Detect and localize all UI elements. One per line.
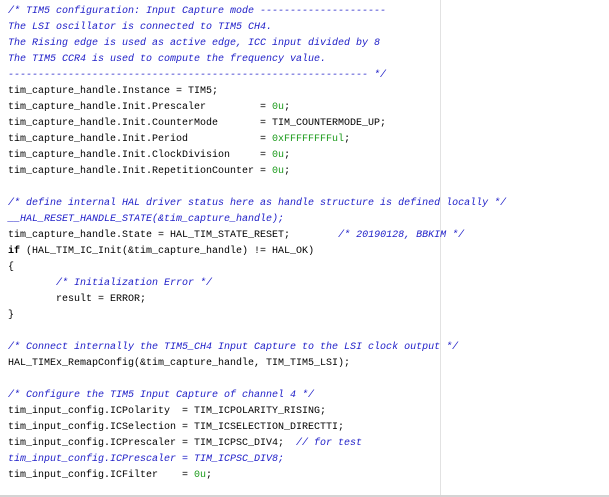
code-token-comment: /* Configure the TIM5 Input Capture of c… xyxy=(8,390,315,401)
code-token-disabled: tim_input_config.ICPrescaler = TIM_ICPSC… xyxy=(8,454,285,465)
code-token-comment: The Rising edge is used as active edge, … xyxy=(8,38,381,49)
code-line[interactable]: tim_capture_handle.Init.Prescaler = 0u; xyxy=(8,100,506,116)
code-line[interactable]: tim_input_config.ICPrescaler = TIM_ICPSC… xyxy=(8,436,506,452)
code-token-comment: /* define internal HAL driver status her… xyxy=(8,198,507,209)
code-token-comment: /* TIM5 configuration: Input Capture mod… xyxy=(8,6,387,17)
code-token-plain: result = ERROR; xyxy=(8,294,147,305)
code-token-plain: (HAL_TIM_IC_Init(&tim_capture_handle) !=… xyxy=(20,246,315,257)
code-token-plain: tim_input_config.ICPolarity = TIM_ICPOLA… xyxy=(8,406,327,417)
code-token-plain: tim_capture_handle.Init.Period = xyxy=(8,134,273,145)
code-token-comment: /* Initialization Error */ xyxy=(56,278,213,289)
code-token-number: 0u xyxy=(272,150,285,161)
code-line[interactable]: tim_capture_handle.Init.CounterMode = TI… xyxy=(8,116,506,132)
code-token-comment: // for test xyxy=(296,438,363,449)
code-token-plain: tim_capture_handle.Init.ClockDivision = xyxy=(8,150,273,161)
code-token-plain: tim_capture_handle.Instance = TIM5; xyxy=(8,86,219,97)
code-token-number: 0u xyxy=(194,470,207,481)
code-line[interactable]: The Rising edge is used as active edge, … xyxy=(8,36,506,52)
code-line[interactable]: The TIM5 CCR4 is used to compute the fre… xyxy=(8,52,506,68)
code-area[interactable]: /* TIM5 configuration: Input Capture mod… xyxy=(8,4,506,484)
code-line[interactable]: /* Configure the TIM5 Input Capture of c… xyxy=(8,388,506,404)
code-line[interactable]: { xyxy=(8,260,506,276)
code-token-plain: ; xyxy=(284,150,291,161)
code-token-keyword: if xyxy=(8,246,21,257)
code-token-comment: The LSI oscillator is connected to TIM5 … xyxy=(8,22,273,33)
code-line[interactable]: } xyxy=(8,308,506,324)
code-line[interactable]: /* Connect internally the TIM5_CH4 Input… xyxy=(8,340,506,356)
code-token-plain: tim_input_config.ICFilter = xyxy=(8,470,195,481)
code-line[interactable]: tim_capture_handle.Init.ClockDivision = … xyxy=(8,148,506,164)
code-token-plain: { xyxy=(8,262,15,273)
code-line[interactable]: __HAL_RESET_HANDLE_STATE(&tim_capture_ha… xyxy=(8,212,506,228)
code-line[interactable]: tim_capture_handle.Init.RepetitionCounte… xyxy=(8,164,506,180)
code-token-plain: HAL_TIMEx_RemapConfig(&tim_capture_handl… xyxy=(8,358,351,369)
code-token-comment: __HAL_RESET_HANDLE_STATE(&tim_capture_ha… xyxy=(8,214,285,225)
code-token-comment: ----------------------------------------… xyxy=(8,70,387,81)
code-token-number: 0xFFFFFFFFul xyxy=(272,134,345,145)
code-token-plain: tim_input_config.ICPrescaler = TIM_ICPSC… xyxy=(8,438,297,449)
code-line[interactable]: if (HAL_TIM_IC_Init(&tim_capture_handle)… xyxy=(8,244,506,260)
code-token-plain: ; xyxy=(206,470,213,481)
code-line[interactable]: /* TIM5 configuration: Input Capture mod… xyxy=(8,4,506,20)
code-token-plain: tim_capture_handle.Init.CounterMode = TI… xyxy=(8,118,387,129)
code-token-plain: ; xyxy=(284,166,291,177)
code-line[interactable]: result = ERROR; xyxy=(8,292,506,308)
code-line[interactable]: tim_capture_handle.Init.Period = 0xFFFFF… xyxy=(8,132,506,148)
code-line[interactable]: /* Initialization Error */ xyxy=(8,276,506,292)
code-token-comment: /* 20190128, BBKIM */ xyxy=(338,230,465,241)
code-token-plain: tim_capture_handle.State = HAL_TIM_STATE… xyxy=(8,230,339,241)
code-token-comment: The TIM5 CCR4 is used to compute the fre… xyxy=(8,54,327,65)
code-line[interactable]: tim_capture_handle.Instance = TIM5; xyxy=(8,84,506,100)
code-token-plain: tim_capture_handle.Init.RepetitionCounte… xyxy=(8,166,273,177)
code-token-plain: tim_input_config.ICSelection = TIM_ICSEL… xyxy=(8,422,345,433)
code-token-plain: } xyxy=(8,310,15,321)
code-line[interactable]: tim_input_config.ICSelection = TIM_ICSEL… xyxy=(8,420,506,436)
code-line[interactable]: HAL_TIMEx_RemapConfig(&tim_capture_handl… xyxy=(8,356,506,372)
code-editor[interactable]: /* TIM5 configuration: Input Capture mod… xyxy=(0,0,609,497)
code-line[interactable] xyxy=(8,180,506,196)
code-line[interactable]: tim_input_config.ICPrescaler = TIM_ICPSC… xyxy=(8,452,506,468)
code-line[interactable]: tim_capture_handle.State = HAL_TIM_STATE… xyxy=(8,228,506,244)
code-line[interactable] xyxy=(8,372,506,388)
code-line[interactable]: ----------------------------------------… xyxy=(8,68,506,84)
code-token-number: 0u xyxy=(272,102,285,113)
code-line[interactable]: tim_input_config.ICPolarity = TIM_ICPOLA… xyxy=(8,404,506,420)
code-token-plain: tim_capture_handle.Init.Prescaler = xyxy=(8,102,273,113)
code-token-plain: ; xyxy=(284,102,291,113)
code-line[interactable] xyxy=(8,324,506,340)
code-line[interactable]: The LSI oscillator is connected to TIM5 … xyxy=(8,20,506,36)
code-token-plain: ; xyxy=(344,134,351,145)
code-line[interactable]: /* define internal HAL driver status her… xyxy=(8,196,506,212)
code-token-number: 0u xyxy=(272,166,285,177)
code-token-comment: /* Connect internally the TIM5_CH4 Input… xyxy=(8,342,459,353)
code-line[interactable]: tim_input_config.ICFilter = 0u; xyxy=(8,468,506,484)
